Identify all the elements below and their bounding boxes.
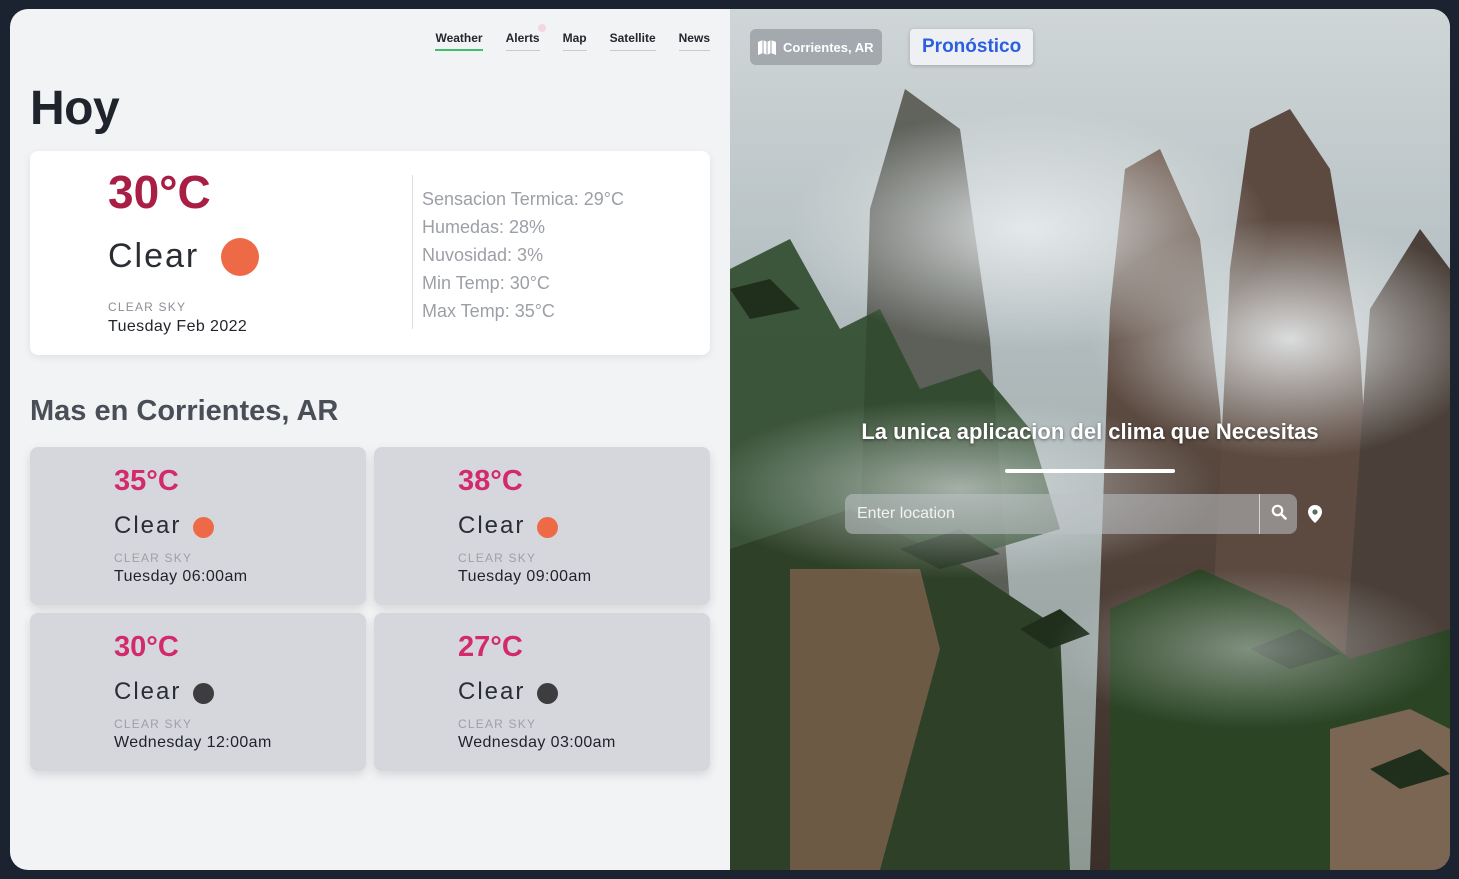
forecast-card: 30°C Clear CLEAR SKY Wednesday 12:00am [30, 613, 366, 771]
detail-max-temp: Max Temp: 35°C [422, 301, 555, 321]
forecast-condition-label: Clear [458, 678, 526, 705]
forecast-condition-label: Clear [114, 512, 182, 539]
hero-panel: Corrientes, AR Pronóstico La unica aplic… [730, 9, 1450, 870]
forecast-card: 27°C Clear CLEAR SKY Wednesday 03:00am [374, 613, 710, 771]
weather-panel: Weather Alerts Map Satellite News Hoy 30… [10, 9, 730, 870]
forecast-condition: Clear [458, 512, 559, 540]
forecast-temperature: 27°C [458, 631, 523, 663]
search-button[interactable] [1259, 494, 1297, 534]
forecast-temperature: 38°C [458, 465, 523, 497]
location-search-input[interactable] [845, 494, 1259, 534]
forecast-card: 38°C Clear CLEAR SKY Tuesday 09:00am [374, 447, 710, 605]
tagline-underline [1005, 469, 1175, 473]
location-pin-icon [1308, 505, 1322, 527]
today-temperature: 30°C [108, 166, 211, 218]
sun-icon [193, 516, 215, 538]
forecast-description: CLEAR SKY [458, 551, 537, 565]
forecast-condition: Clear [458, 678, 559, 706]
forecast-condition-label: Clear [114, 678, 182, 705]
detail-humidity: Humedas: 28% [422, 217, 546, 237]
nav-map[interactable]: Map [562, 29, 587, 51]
detail-cloudiness: Nuvosidad: 3% [422, 245, 544, 265]
nav-satellite[interactable]: Satellite [609, 29, 656, 51]
forecast-heading: Mas en Corrientes, AR [30, 395, 339, 427]
alert-dot [537, 24, 546, 32]
forecast-condition: Clear [114, 512, 215, 540]
forecast-time: Wednesday 03:00am [458, 734, 616, 751]
forecast-description: CLEAR SKY [114, 551, 193, 565]
search-icon [1271, 504, 1287, 525]
forecast-time: Wednesday 12:00am [114, 734, 272, 751]
forecast-time: Tuesday 09:00am [458, 568, 592, 585]
moon-icon [193, 682, 215, 704]
today-description: CLEAR SKY [108, 300, 187, 314]
sun-icon [221, 237, 260, 276]
today-condition: Clear [108, 237, 260, 276]
forecast-temperature: 30°C [114, 631, 179, 663]
app-window: Weather Alerts Map Satellite News Hoy 30… [10, 9, 1450, 870]
location-label: Corrientes, AR [783, 39, 874, 55]
nav-alerts-label: Alerts [505, 31, 540, 45]
page-title: Hoy [30, 82, 120, 135]
forecast-button[interactable]: Pronóstico [910, 29, 1034, 65]
moon-icon [537, 682, 559, 704]
forecast-time: Tuesday 06:00am [114, 568, 248, 585]
top-nav: Weather Alerts Map Satellite News [412, 24, 710, 51]
detail-min-temp: Min Temp: 30°C [422, 273, 550, 293]
forecast-card: 35°C Clear CLEAR SKY Tuesday 06:00am [30, 447, 366, 605]
forecast-description: CLEAR SKY [114, 717, 193, 731]
search-bar [845, 494, 1297, 534]
geolocate-button[interactable] [1308, 505, 1322, 528]
forecast-condition: Clear [114, 678, 215, 706]
detail-feels-like: Sensacion Termica: 29°C [422, 189, 624, 209]
forecast-condition-label: Clear [458, 512, 526, 539]
today-date: Tuesday Feb 2022 [108, 318, 248, 335]
map-icon [758, 39, 776, 55]
today-condition-label: Clear [108, 237, 200, 275]
nav-weather[interactable]: Weather [435, 29, 483, 51]
forecast-description: CLEAR SKY [458, 717, 537, 731]
sun-icon [537, 516, 559, 538]
forecast-temperature: 35°C [114, 465, 179, 497]
nav-news[interactable]: News [678, 29, 710, 51]
tagline: La unica aplicacion del clima que Necesi… [861, 419, 1319, 444]
nav-alerts[interactable]: Alerts [505, 24, 546, 51]
divider [412, 175, 413, 329]
location-badge[interactable]: Corrientes, AR [750, 29, 882, 65]
today-details: Sensacion Termica: 29°C Humedas: 28% Nuv… [422, 185, 624, 325]
today-card: 30°C Clear CLEAR SKY Tuesday Feb 2022 Se… [30, 151, 710, 355]
